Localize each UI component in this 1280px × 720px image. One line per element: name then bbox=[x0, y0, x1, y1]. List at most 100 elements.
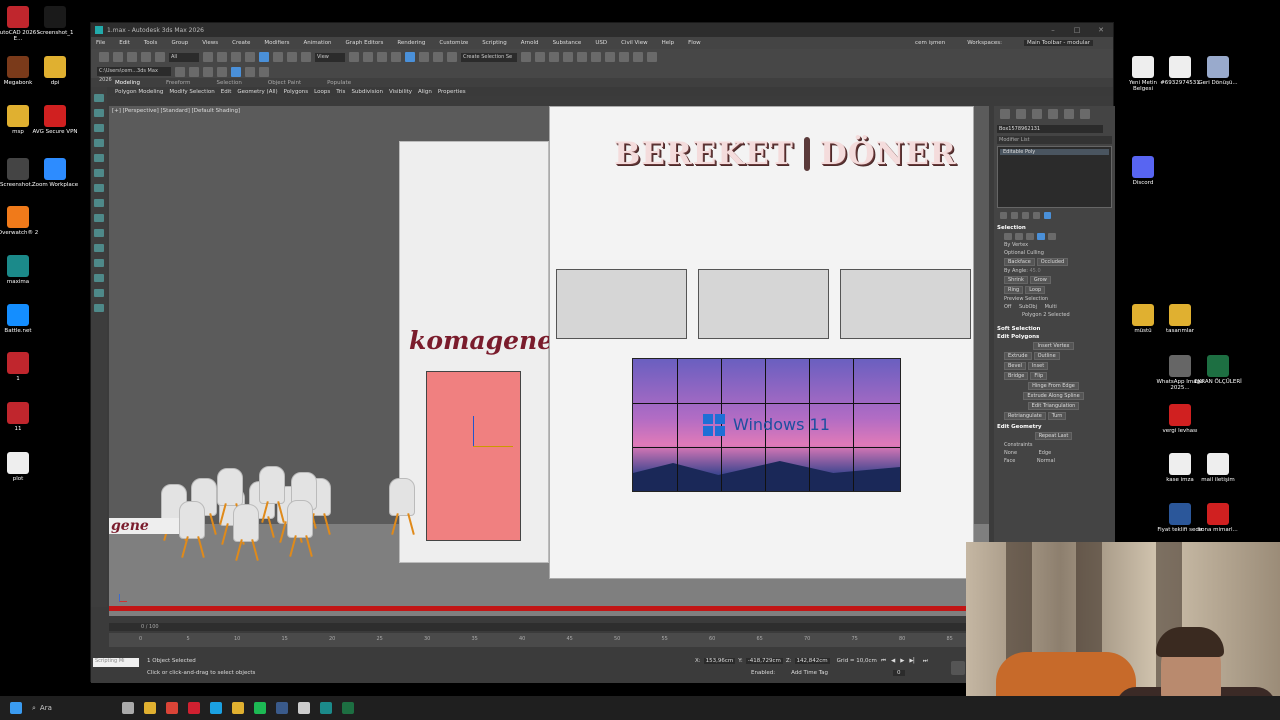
display-icon[interactable] bbox=[94, 154, 104, 162]
select-manipulate-icon[interactable] bbox=[363, 52, 373, 62]
hide-tool-icon[interactable] bbox=[94, 259, 104, 267]
bevel-button[interactable]: Bevel bbox=[1004, 362, 1026, 370]
project-path[interactable]: C:\Users\cem...3ds Max 2026 bbox=[97, 67, 171, 83]
scene-explorer-icon[interactable] bbox=[563, 52, 573, 62]
curve-editor-icon[interactable] bbox=[577, 52, 587, 62]
save-icon[interactable] bbox=[189, 66, 199, 77]
isolate-icon[interactable] bbox=[217, 66, 227, 77]
edge-icon[interactable] bbox=[209, 702, 222, 714]
track-bar[interactable]: 0 5 10 15 20 25 30 35 40 45 50 55 60 65 70 75 80 85 bbox=[109, 633, 969, 647]
desktop-icon[interactable]: Geri Dönüşü... bbox=[1194, 56, 1242, 86]
by-angle-checkbox[interactable]: By Angle: bbox=[1004, 268, 1028, 274]
menu-views[interactable]: Views bbox=[202, 40, 218, 46]
desktop-icon[interactable]: 11 bbox=[0, 402, 42, 432]
spotify-icon[interactable] bbox=[253, 702, 266, 714]
layer-tool-icon[interactable] bbox=[94, 214, 104, 222]
menu-file[interactable]: File bbox=[96, 40, 105, 46]
menu-flow[interactable]: Flow bbox=[688, 40, 701, 46]
hinge-from-edge-button[interactable]: Hinge From Edge bbox=[1028, 382, 1079, 390]
next-frame-icon[interactable]: ▶▏ bbox=[909, 658, 917, 665]
pivot-icon[interactable] bbox=[349, 52, 359, 62]
desktop-icon[interactable]: vergi levhası bbox=[1156, 404, 1204, 434]
loop-button[interactable]: Loop bbox=[1025, 286, 1046, 294]
user-account[interactable]: cem işmen bbox=[915, 40, 945, 46]
desktop-icon[interactable]: 1 bbox=[0, 352, 42, 382]
preview-subobj-radio[interactable]: SubObj bbox=[1019, 304, 1037, 310]
undo-icon[interactable] bbox=[99, 52, 109, 62]
edge-level-icon[interactable] bbox=[1015, 233, 1023, 240]
outline-button[interactable]: Outline bbox=[1033, 352, 1060, 360]
desktop-icon[interactable]: dpi bbox=[31, 56, 79, 86]
desktop-icon[interactable]: Screenshot_1 bbox=[31, 6, 79, 36]
ribbon-item-geometry-all-[interactable]: Geometry (All) bbox=[237, 89, 277, 95]
explorer-folder-icon[interactable] bbox=[231, 702, 244, 714]
snap-settings-icon[interactable] bbox=[245, 66, 255, 77]
constraint-none-radio[interactable]: None bbox=[1004, 450, 1017, 456]
menu-arnold[interactable]: Arnold bbox=[521, 40, 539, 46]
link-icon[interactable] bbox=[127, 52, 137, 62]
scale-icon[interactable] bbox=[287, 52, 297, 62]
perspective-viewport[interactable]: [+] [Perspective] [Standard] [Default Sh… bbox=[109, 106, 989, 616]
ribbon-item-subdivision[interactable]: Subdivision bbox=[351, 89, 383, 95]
rect-selection-icon[interactable] bbox=[231, 52, 241, 62]
reference-coord-select[interactable]: View bbox=[315, 52, 345, 62]
minimize-button[interactable]: – bbox=[1041, 26, 1065, 34]
desktop-icon[interactable]: mail iletişim bbox=[1194, 453, 1242, 483]
constraint-edge-radio[interactable]: Edge bbox=[1039, 450, 1052, 456]
prev-frame-icon[interactable]: ◀ bbox=[891, 658, 895, 665]
window-crossing-icon[interactable] bbox=[245, 52, 255, 62]
tab-object-paint[interactable]: Object Paint bbox=[268, 80, 301, 86]
snap-toggle-icon[interactable] bbox=[391, 52, 401, 62]
play-icon[interactable]: ▶ bbox=[900, 658, 904, 665]
desktop-icon[interactable]: Zoom Workplace bbox=[31, 158, 79, 188]
display-tab-icon[interactable] bbox=[1064, 109, 1074, 119]
place-icon[interactable] bbox=[301, 52, 311, 62]
spinner-snap-icon[interactable] bbox=[433, 52, 443, 62]
flip-button[interactable]: Flip bbox=[1030, 372, 1048, 380]
create-tab-icon[interactable] bbox=[1000, 109, 1010, 119]
move-gizmo-y-axis[interactable] bbox=[473, 416, 474, 446]
rendered-frame-icon[interactable] bbox=[633, 52, 643, 62]
show-end-result-icon[interactable] bbox=[1011, 212, 1018, 219]
utilities-tab-icon[interactable] bbox=[1080, 109, 1090, 119]
desktop-icon[interactable]: Battle.net bbox=[0, 304, 42, 334]
backface-button[interactable]: Backface bbox=[1004, 258, 1035, 266]
motion-icon[interactable] bbox=[94, 139, 104, 147]
ribbon-item-properties[interactable]: Properties bbox=[438, 89, 466, 95]
render-icon[interactable] bbox=[647, 52, 657, 62]
polygon-level-icon[interactable] bbox=[1037, 233, 1045, 240]
tab-populate[interactable]: Populate bbox=[327, 80, 351, 86]
selection-rollout-title[interactable]: Selection bbox=[997, 225, 1112, 231]
select-by-name-icon[interactable] bbox=[217, 52, 227, 62]
layer-explorer-icon[interactable] bbox=[549, 52, 559, 62]
inset-button[interactable]: Inset bbox=[1027, 362, 1049, 370]
preview-multi-radio[interactable]: Multi bbox=[1045, 304, 1057, 310]
taskbar-search[interactable]: ⌕ Ara bbox=[32, 704, 52, 713]
menu-rendering[interactable]: Rendering bbox=[397, 40, 425, 46]
menu-create[interactable]: Create bbox=[232, 40, 250, 46]
hierarchy-icon[interactable] bbox=[94, 124, 104, 132]
occluded-button[interactable]: Occluded bbox=[1036, 258, 1069, 266]
3dsmax-taskbar-icon[interactable] bbox=[319, 702, 332, 714]
menu-substance[interactable]: Substance bbox=[553, 40, 582, 46]
ring-button[interactable]: Ring bbox=[1004, 286, 1024, 294]
create-icon[interactable] bbox=[94, 94, 104, 102]
named-selection-select[interactable]: Create Selection Se bbox=[461, 52, 517, 62]
workspace-select[interactable]: Main Toolbar - modular bbox=[1023, 40, 1093, 46]
object-name-field[interactable]: Box1578962131 bbox=[997, 125, 1103, 133]
extrude-along-spline-button[interactable]: Extrude Along Spline bbox=[1023, 392, 1084, 400]
move-icon[interactable] bbox=[259, 52, 269, 62]
modify-tab-icon[interactable] bbox=[1016, 109, 1026, 119]
tab-modeling[interactable]: Modeling bbox=[115, 80, 140, 86]
grow-button[interactable]: Grow bbox=[1029, 276, 1051, 284]
maximize-button[interactable]: □ bbox=[1065, 26, 1089, 34]
layers-icon[interactable] bbox=[231, 66, 241, 77]
by-vertex-checkbox[interactable]: By Vertex bbox=[1004, 242, 1105, 248]
edit-named-selection-icon[interactable] bbox=[447, 52, 457, 62]
insert-vertex-button[interactable]: Insert Vertex bbox=[1033, 342, 1074, 350]
ribbon-item-tris[interactable]: Tris bbox=[336, 89, 345, 95]
scene-explorer-tool-icon[interactable] bbox=[94, 199, 104, 207]
go-to-end-icon[interactable]: ⏭ bbox=[923, 658, 928, 665]
retriangulate-button[interactable]: Retriangulate bbox=[1004, 412, 1046, 420]
menu-tools[interactable]: Tools bbox=[144, 40, 158, 46]
